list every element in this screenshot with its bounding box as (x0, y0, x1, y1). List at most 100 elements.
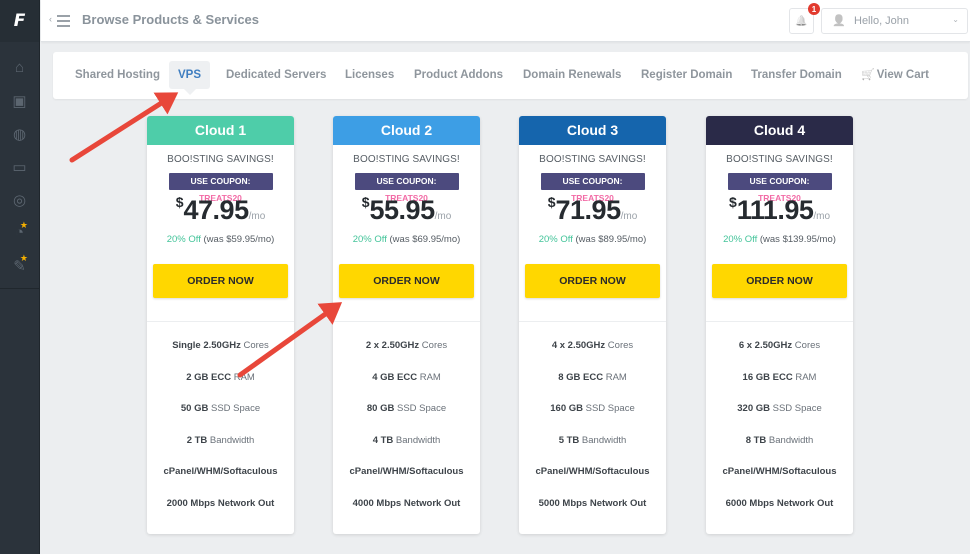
feature-item: 160 GB SSD Space (519, 403, 666, 435)
user-greeting: Hello, John (854, 15, 910, 27)
sidebar-item-edit[interactable]: ✎ ★ (0, 249, 39, 282)
price-currency: $ (547, 194, 556, 210)
plan-name: Cloud 4 (706, 116, 853, 145)
category-tabs: Shared Hosting VPS Dedicated Servers Licens… (53, 52, 968, 99)
feature-label: Cores (240, 340, 269, 351)
feature-item: cPanel/WHM/Softaculous (519, 466, 666, 498)
feature-item: 4000 Mbps Network Out (333, 498, 480, 530)
promo-tagline: BOO!STING SAVINGS! (726, 154, 833, 165)
feature-value: 4 TB (372, 434, 394, 446)
feature-item: cPanel/WHM/Softaculous (706, 466, 853, 498)
feature-value: 2000 Mbps Network Out (166, 497, 275, 509)
tab-label: Dedicated Servers (226, 69, 327, 81)
plan-price: $55.95/mo (333, 194, 480, 228)
divider (147, 321, 294, 322)
feature-value: 320 GB (737, 403, 770, 414)
feature-value: cPanel/WHM/Softaculous (535, 466, 650, 477)
user-menu-dropdown[interactable]: 👤 Hello, John ⌄ (821, 8, 968, 34)
sidebar-item-box[interactable]: ▣ (0, 84, 39, 117)
coupon-badge: USE COUPON: TREATS20 (727, 173, 832, 203)
tab-label: Domain Renewals (523, 69, 622, 81)
feature-label: RAM (603, 371, 627, 383)
tab-transfer-domain[interactable]: Transfer Domain (751, 61, 842, 89)
feature-item: 5000 Mbps Network Out (519, 498, 666, 530)
tab-domain-renewals[interactable]: Domain Renewals (523, 61, 621, 89)
sidebar-item-dashboard[interactable]: ◔ ★ (0, 216, 39, 249)
star-icon: ★ (19, 220, 28, 230)
order-now-button[interactable]: ORDER NOW (339, 264, 474, 298)
tab-label: Transfer Domain (751, 69, 842, 81)
price-period: /mo (248, 211, 266, 222)
plan-features: Single 2.50GHz Cores 2 GB ECC RAM 50 GB SS… (147, 340, 294, 529)
tab-label: Shared Hosting (75, 69, 160, 81)
plan-features: 2 x 2.50GHz Cores 4 GB ECC RAM 80 GB SSD S… (333, 340, 480, 529)
globe-icon: ◍ (12, 125, 27, 143)
promo-tagline: BOO!STING SAVINGS! (353, 154, 460, 165)
promo-tagline: BOO!STING SAVINGS! (167, 154, 274, 165)
sidebar-item-globe[interactable]: ◍ (0, 117, 39, 150)
price-amount: 55.95 (369, 195, 436, 225)
order-now-button[interactable]: ORDER NOW (153, 264, 288, 298)
sidebar-item-lifebuoy[interactable]: ◎ (0, 183, 39, 216)
order-now-button[interactable]: ORDER NOW (525, 264, 660, 298)
tab-view-cart[interactable]: 🛒 View Cart (861, 61, 929, 89)
tab-register-domain[interactable]: Register Domain (641, 61, 732, 89)
feature-label: Cores (792, 340, 821, 351)
original-price: (was $139.95/mo) (759, 234, 836, 245)
coupon-badge: USE COUPON: TREATS20 (540, 173, 645, 203)
feature-item: 6000 Mbps Network Out (706, 498, 853, 530)
tab-shared-hosting[interactable]: Shared Hosting (75, 61, 160, 89)
feature-label: SSD Space (583, 403, 635, 414)
feature-item: Single 2.50GHz Cores (147, 340, 294, 372)
sidebar-item-credit-card[interactable]: ▭ (0, 150, 39, 183)
sidebar-item-home[interactable]: ⌂ (0, 51, 39, 84)
price-currency: $ (175, 194, 184, 210)
tab-dedicated-servers[interactable]: Dedicated Servers (226, 61, 326, 89)
lifebuoy-icon: ◎ (12, 191, 27, 209)
collapse-sidebar-icon[interactable]: ‹ (49, 14, 52, 24)
feature-item: 4 x 2.50GHz Cores (519, 340, 666, 372)
plan-name: Cloud 2 (333, 116, 480, 145)
price-period: /mo (620, 211, 638, 222)
tab-label: View Cart (876, 69, 929, 81)
order-now-button[interactable]: ORDER NOW (712, 264, 847, 298)
credit-card-icon: ▭ (12, 158, 27, 176)
logo[interactable]: F (0, 0, 39, 42)
discount-percent: 20% Off (538, 234, 573, 245)
feature-label: SSD Space (770, 403, 822, 414)
feature-value: 2 TB (186, 434, 208, 446)
feature-item: 2 GB ECC RAM (147, 372, 294, 404)
feature-item: 5 TB Bandwidth (519, 435, 666, 467)
tab-product-addons[interactable]: Product Addons (414, 61, 503, 89)
tab-licenses[interactable]: Licenses (345, 61, 394, 89)
original-price: (was $69.95/mo) (389, 234, 461, 245)
tab-label: VPS (178, 69, 202, 81)
feature-label: Bandwidth (393, 434, 441, 446)
page-title: Browse Products & Services (82, 12, 260, 27)
plan-price: $71.95/mo (519, 194, 666, 228)
divider (706, 321, 853, 322)
feature-value: 2 GB ECC (186, 371, 232, 383)
home-icon: ⌂ (14, 59, 25, 76)
feature-label: Cores (419, 340, 448, 351)
discount-percent: 20% Off (352, 234, 387, 245)
sidebar-nav: ⌂ ▣ ◍ ▭ ◎ ◔ ★ ✎ ★ (0, 51, 39, 289)
menu-icon[interactable] (57, 15, 70, 30)
feature-label: RAM (417, 371, 441, 383)
coupon-label: USE COUPON: (562, 176, 623, 186)
discount-percent: 20% Off (723, 234, 758, 245)
feature-value: 4 x 2.50GHz (551, 340, 606, 351)
feature-value: 6 x 2.50GHz (738, 340, 793, 351)
discount-info: 20% Off (was $139.95/mo) (706, 234, 853, 245)
star-icon: ★ (19, 253, 28, 263)
feature-item: 8 GB ECC RAM (519, 372, 666, 404)
feature-label: Bandwidth (207, 434, 255, 446)
logo-mark: F (13, 11, 26, 31)
tab-vps[interactable]: VPS (169, 61, 211, 95)
feature-value: cPanel/WHM/Softaculous (349, 466, 464, 477)
feature-value: 5000 Mbps Network Out (538, 497, 647, 509)
feature-value: 4 GB ECC (372, 371, 418, 383)
chevron-down-icon: ⌄ (952, 15, 959, 24)
feature-item: 6 x 2.50GHz Cores (706, 340, 853, 372)
sidebar: F ⌂ ▣ ◍ ▭ ◎ ◔ ★ ✎ ★ (0, 0, 40, 554)
